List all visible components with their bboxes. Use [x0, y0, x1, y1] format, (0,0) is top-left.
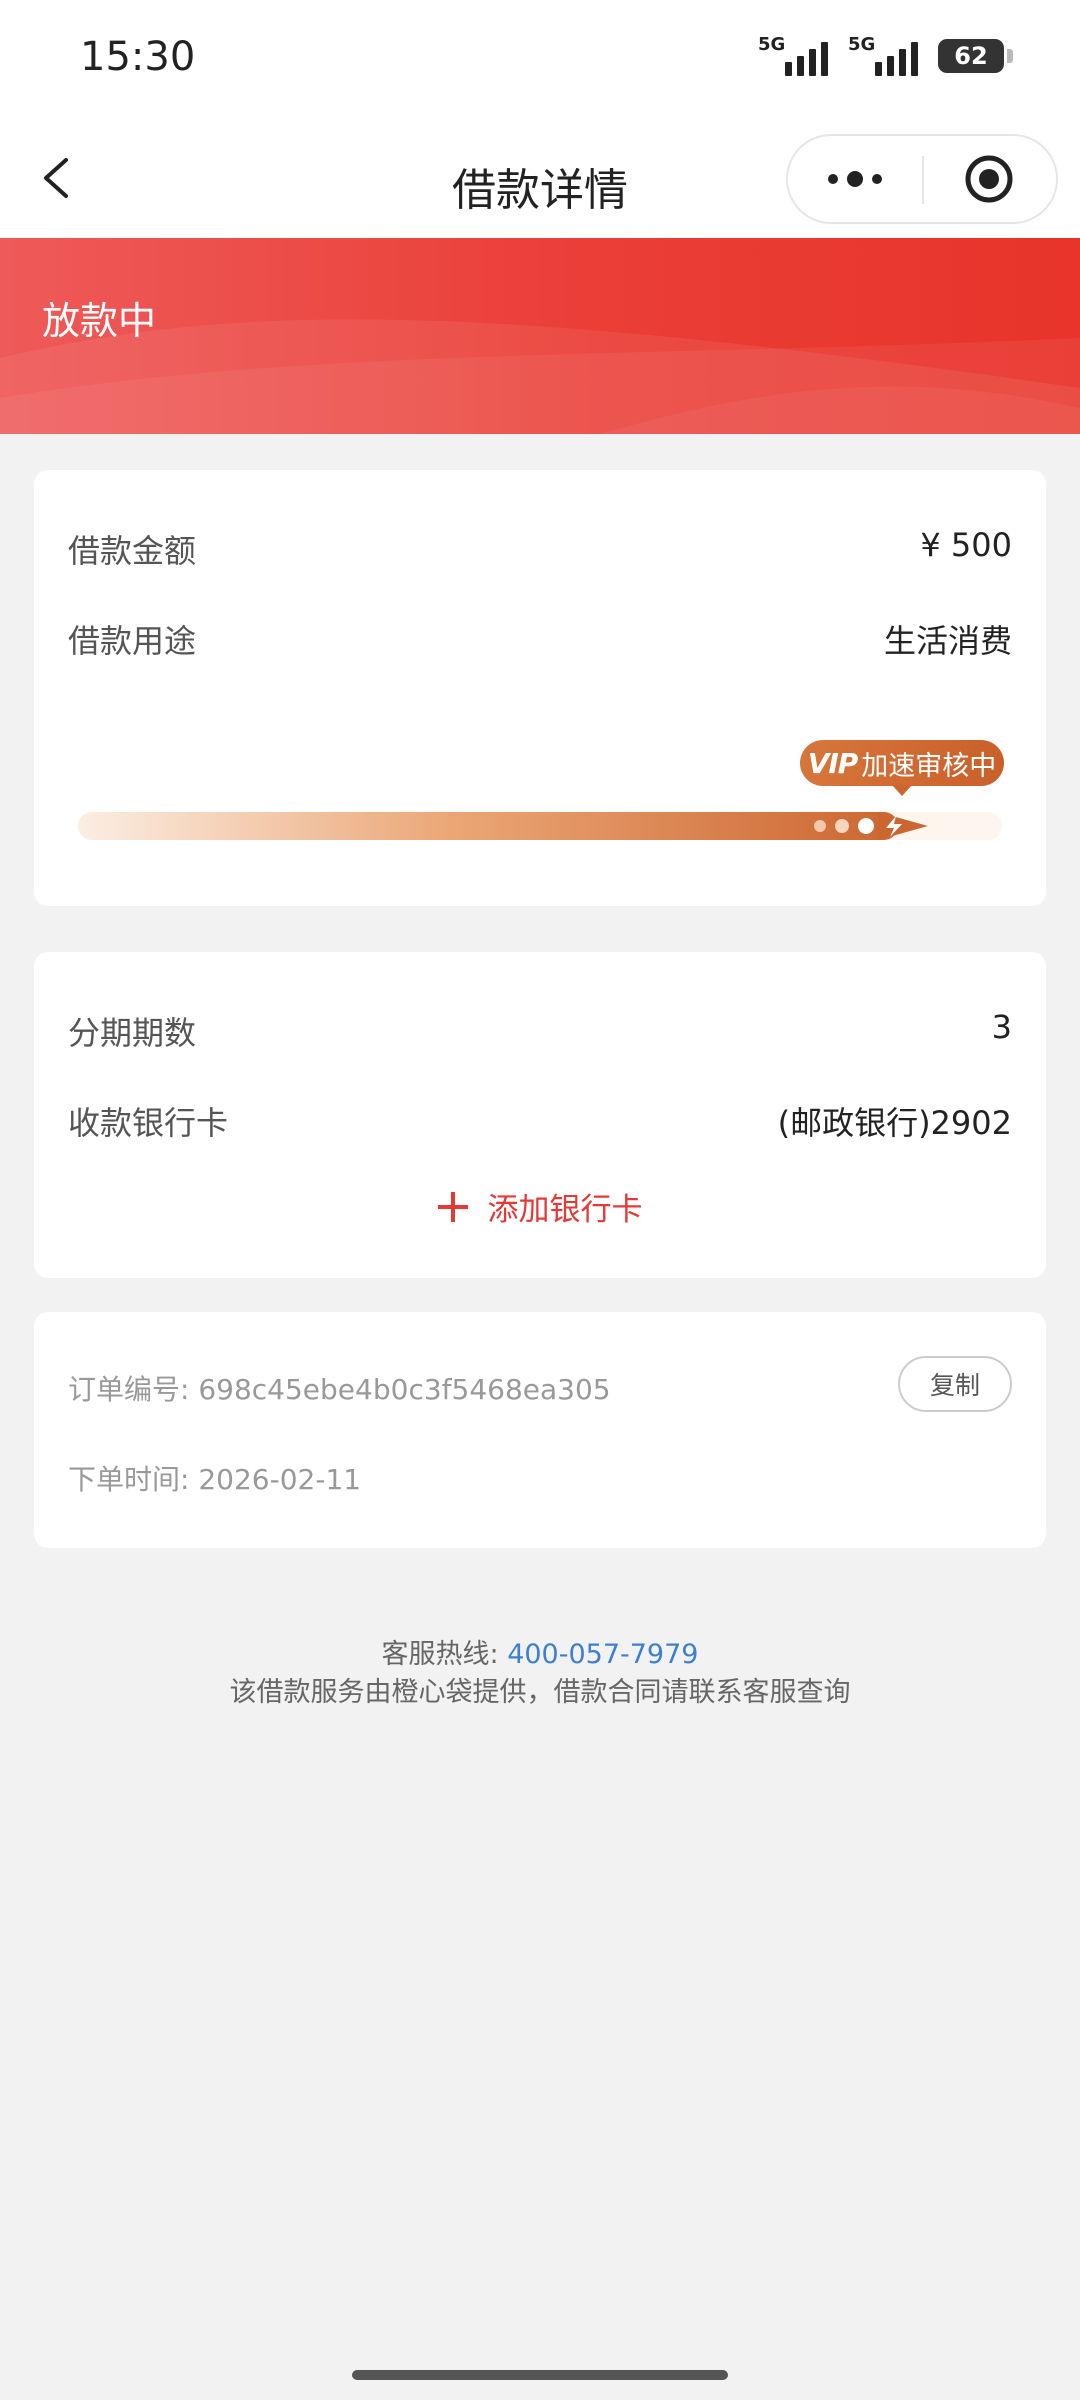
home-indicator[interactable] [352, 2370, 728, 2380]
add-bank-card-button[interactable]: 添加银行卡 [34, 1184, 1046, 1229]
review-progress-bar [78, 812, 1002, 840]
hotline-line: 客服热线: 400-057-7979 [0, 1636, 1080, 1674]
bank-card-label: 收款银行卡 [68, 1104, 229, 1142]
order-number-label: 订单编号: [68, 1373, 199, 1406]
status-time: 15:30 [80, 34, 196, 80]
status-bar: 15:30 5G 5G 62 [0, 0, 1080, 118]
plus-icon [437, 1191, 468, 1222]
footer: 客服热线: 400-057-7979 该借款服务由橙心袋提供，借款合同请联系客服… [0, 1636, 1080, 1712]
vip-label: VIP [807, 746, 859, 780]
amount-label: 借款金额 [68, 532, 197, 570]
close-program-button[interactable] [922, 136, 1056, 222]
loan-status-text: 放款中 [42, 299, 157, 343]
hotline-number-link[interactable]: 400-057-7979 [507, 1639, 698, 1670]
status-icons: 5G 5G 62 [758, 34, 1013, 76]
vip-status-text: 加速审核中 [861, 750, 997, 782]
network-type-label: 5G [758, 34, 786, 55]
amount-value: ¥ 500 [920, 526, 1012, 564]
battery-level: 62 [954, 42, 988, 70]
nav-bar: 借款详情 [0, 118, 1080, 238]
order-info-card: 订单编号: 698c45ebe4b0c3f5468ea305 复制 下单时间: … [34, 1312, 1046, 1548]
purpose-label: 借款用途 [68, 622, 197, 660]
copy-button[interactable]: 复制 [898, 1356, 1012, 1412]
hotline-label: 客服热线: [381, 1639, 508, 1670]
target-circle-icon [965, 155, 1013, 203]
network-type-label: 5G [848, 34, 876, 55]
service-notice: 该借款服务由橙心袋提供，借款合同请联系客服查询 [229, 1677, 851, 1708]
bank-card-value: (邮政银行)2902 [777, 1104, 1012, 1142]
status-banner: 放款中 [0, 238, 1080, 434]
order-number-value: 698c45ebe4b0c3f5468ea305 [198, 1373, 611, 1406]
periods-value: 3 [991, 1008, 1012, 1046]
periods-label: 分期期数 [68, 1014, 197, 1052]
banner-wave-decoration [0, 319, 1080, 434]
signal-icon: 5G [848, 34, 918, 76]
order-time: 下单时间: 2026-02-11 [68, 1458, 361, 1498]
add-bank-card-label: 添加银行卡 [487, 1192, 643, 1228]
vip-review-badge: VIP 加速审核中 [800, 740, 1004, 796]
order-time-label: 下单时间: [68, 1463, 199, 1496]
installment-card: 分期期数 3 收款银行卡 (邮政银行)2902 添加银行卡 [34, 952, 1046, 1278]
purpose-value: 生活消费 [883, 622, 1012, 660]
mini-program-capsule [786, 134, 1058, 224]
more-dots-icon [828, 171, 882, 187]
order-time-value: 2026-02-11 [198, 1463, 362, 1496]
more-button[interactable] [788, 136, 922, 222]
loan-info-card: 借款金额 ¥ 500 借款用途 生活消费 VIP 加速审核中 [34, 470, 1046, 906]
signal-icon: 5G [758, 34, 828, 76]
order-number: 订单编号: 698c45ebe4b0c3f5468ea305 [68, 1368, 611, 1408]
battery-icon: 62 [938, 39, 1013, 73]
